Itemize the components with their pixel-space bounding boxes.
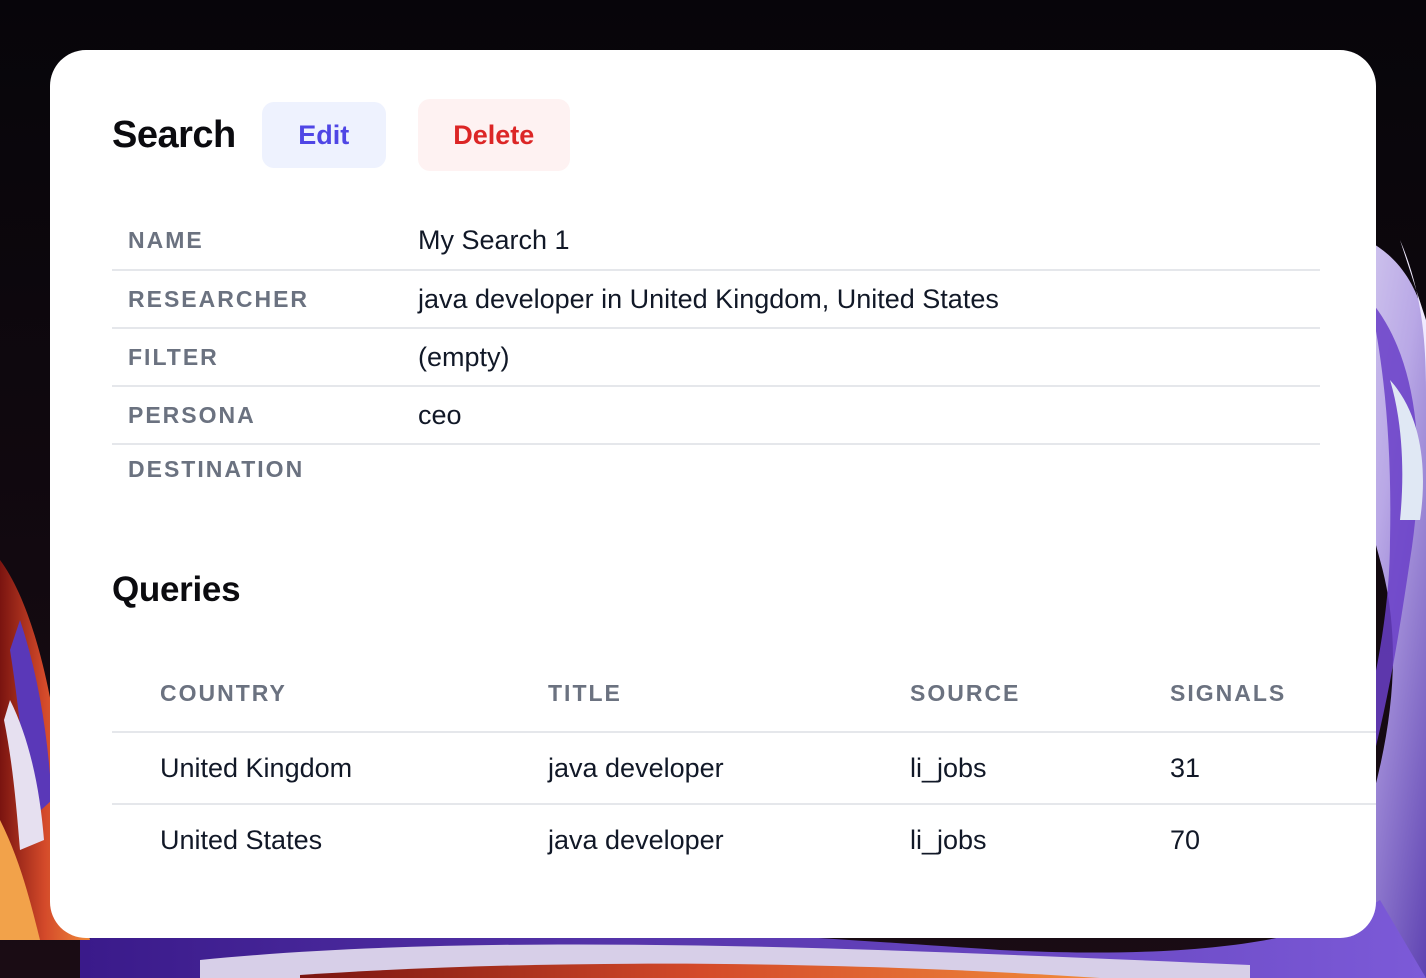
- cell-source: li_jobs: [910, 825, 987, 855]
- table-row[interactable]: United States java developer li_jobs 70: [112, 804, 1376, 876]
- cell-country: United Kingdom: [160, 752, 353, 783]
- edit-button[interactable]: Edit: [261, 102, 386, 168]
- detail-row-filter: FILTER (empty): [112, 328, 1320, 386]
- search-detail-card: Search Edit Delete NAME My Search 1 RESE…: [50, 50, 1376, 938]
- detail-value: java developer in United Kingdom, United…: [418, 283, 999, 314]
- detail-label: FILTER: [128, 343, 219, 370]
- column-header-source: SOURCE: [910, 680, 1021, 706]
- detail-value: [418, 444, 1320, 494]
- search-details-table: NAME My Search 1 RESEARCHER java develop…: [112, 212, 1320, 494]
- queries-section-title: Queries: [112, 570, 241, 609]
- column-header-signals: SIGNALS: [1170, 680, 1287, 706]
- detail-row-researcher: RESEARCHER java developer in United King…: [112, 270, 1320, 328]
- detail-value: My Search 1: [418, 225, 570, 255]
- table-header-row: COUNTRY TITLE SOURCE SIGNALS: [112, 656, 1376, 732]
- page-title: Search: [112, 113, 236, 156]
- detail-label: PERSONA: [128, 401, 256, 428]
- detail-value: ceo: [418, 399, 462, 430]
- detail-label: NAME: [128, 227, 204, 253]
- queries-table: COUNTRY TITLE SOURCE SIGNALS United King…: [112, 656, 1376, 876]
- cell-country: United States: [160, 825, 323, 855]
- detail-value: (empty): [418, 341, 510, 372]
- detail-label: DESTINATION: [128, 456, 305, 482]
- table-row[interactable]: United Kingdom java developer li_jobs 31: [112, 732, 1376, 804]
- column-header-country: COUNTRY: [160, 680, 287, 706]
- detail-label: RESEARCHER: [128, 285, 310, 312]
- cell-source: li_jobs: [910, 752, 987, 783]
- detail-row-name: NAME My Search 1: [112, 212, 1320, 270]
- detail-row-persona: PERSONA ceo: [112, 386, 1320, 444]
- cell-signals: 31: [1170, 752, 1201, 783]
- cell-title: java developer: [548, 825, 724, 855]
- delete-button[interactable]: Delete: [417, 99, 570, 171]
- cell-title: java developer: [548, 752, 724, 783]
- column-header-title: TITLE: [548, 680, 622, 706]
- cell-signals: 70: [1170, 825, 1201, 855]
- page-header: Search Edit Delete: [112, 99, 570, 171]
- detail-row-destination: DESTINATION: [112, 444, 1320, 494]
